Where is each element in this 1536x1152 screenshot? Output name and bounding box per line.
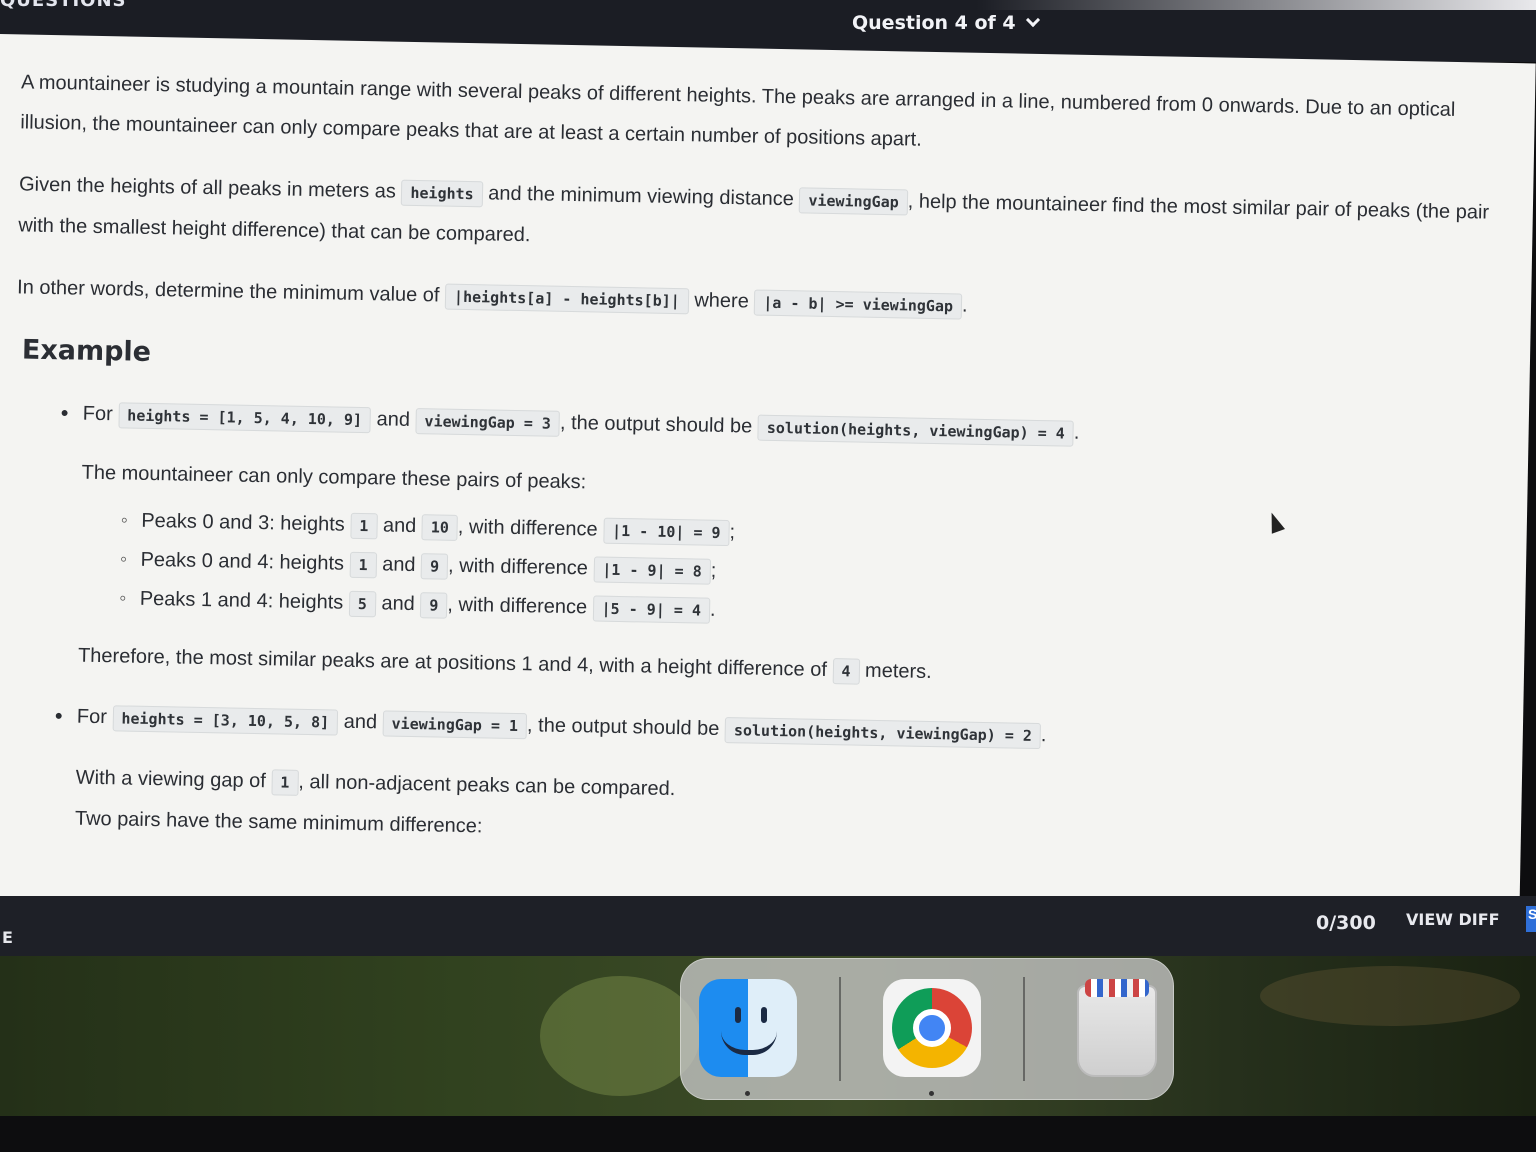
code-formula: |heights[a] - heights[b]| — [444, 283, 690, 315]
text: , the output should be — [526, 714, 720, 740]
question-selector[interactable]: Question 4 of 4 — [852, 12, 1040, 34]
finder-smile — [721, 1031, 777, 1055]
wallpaper-foliage — [540, 976, 700, 1096]
text: and — [381, 553, 416, 577]
running-indicator — [745, 1091, 750, 1096]
pair-list: Peaks 0 and 3: heights 1 and 10, with di… — [79, 501, 1501, 645]
code-gap-2: viewingGap = 1 — [382, 710, 528, 740]
bullet-dot: • — [54, 703, 63, 729]
text: . — [1040, 724, 1047, 747]
text: Peaks 0 and 3: heights — [141, 509, 345, 536]
text: . — [709, 598, 716, 621]
text: ; — [710, 559, 717, 582]
text: and — [376, 408, 411, 431]
chrome-icon[interactable] — [883, 979, 981, 1077]
text: Given the heights of all peaks in meters… — [18, 173, 397, 203]
text: , with difference — [447, 593, 588, 619]
submit-button-edge[interactable]: S — [1526, 906, 1536, 932]
code-constraint: |a - b| >= viewingGap — [754, 289, 963, 320]
example-1-line: For heights = [1, 5, 4, 10, 9] and viewi… — [82, 394, 1080, 454]
finder-eye — [761, 1007, 767, 1023]
example-1: • For heights = [1, 5, 4, 10, 9] and vie… — [14, 392, 1503, 462]
finder-icon[interactable] — [699, 979, 797, 1077]
example-2-line: For heights = [3, 10, 5, 8] and viewingG… — [77, 697, 1047, 757]
text: and — [343, 710, 378, 734]
dock-separator — [839, 977, 841, 1081]
bullet-dot: • — [60, 400, 69, 426]
dock — [680, 958, 1174, 1100]
example-1-conclusion: Therefore, the most similar peaks are at… — [78, 636, 1499, 704]
problem-paragraph-1: A mountaineer is studying a mountain ran… — [20, 71, 1456, 151]
text: With a viewing gap of — [75, 766, 267, 793]
text: meters. — [864, 659, 932, 684]
chrome-core — [913, 1009, 951, 1047]
text: Peaks 0 and 4: heights — [140, 548, 345, 575]
code-heights-2: heights = [3, 10, 5, 8] — [112, 705, 339, 736]
code-solution-2: solution(heights, viewingGap) = 2 — [724, 717, 1042, 750]
text: . — [961, 294, 968, 317]
header-sheen — [976, 0, 1536, 10]
trash-icon[interactable] — [1067, 979, 1165, 1077]
text: , all non-adjacent peaks can be compared… — [298, 770, 676, 801]
text: , the output should be — [559, 411, 753, 438]
code: |1 - 9| = 8 — [593, 556, 711, 585]
code: 10 — [421, 514, 459, 541]
text: Peaks 1 and 4: heights — [139, 587, 344, 614]
running-indicator — [929, 1091, 934, 1096]
questions-tab-title[interactable]: QUESTIONS — [0, 0, 126, 11]
footer-bar: E 0/300 VIEW DIFF S — [0, 896, 1536, 962]
code: |5 - 9| = 4 — [592, 595, 711, 624]
text: , with difference — [447, 554, 589, 580]
text: For — [76, 705, 108, 729]
problem-paragraph-2: Given the heights of all peaks in meters… — [18, 164, 1507, 274]
example-1-body: The mountaineer can only compare these p… — [10, 451, 1502, 704]
dock-separator — [1023, 977, 1025, 1081]
code-heights-1: heights = [1, 5, 4, 10, 9] — [118, 402, 372, 434]
code: 1 — [271, 769, 299, 796]
code: 9 — [420, 553, 449, 580]
code: 1 — [349, 551, 377, 579]
example-heading: Example — [21, 334, 152, 368]
text: , with difference — [457, 515, 598, 541]
code: |1 - 10| = 9 — [602, 517, 730, 547]
problem-panel: A mountaineer is studying a mountain ran… — [0, 34, 1536, 944]
text: where — [694, 289, 750, 313]
question-selector-label: Question 4 of 4 — [852, 12, 1016, 34]
code-gap-1: viewingGap = 3 — [415, 408, 561, 437]
text: In other words, determine the minimum va… — [16, 276, 440, 307]
finder-eye — [735, 1007, 741, 1023]
footer-left-label: E — [2, 928, 13, 947]
text: and — [382, 514, 417, 538]
wallpaper-foliage — [1260, 966, 1520, 1026]
code: 1 — [350, 512, 378, 540]
trash-can — [1077, 985, 1157, 1077]
example-2-body: With a viewing gap of 1, all non-adjacen… — [7, 756, 1496, 866]
code: 5 — [348, 590, 377, 618]
example-2: • For heights = [3, 10, 5, 8] and viewin… — [9, 695, 1498, 765]
code: 4 — [832, 658, 860, 685]
code-heights: heights — [401, 179, 483, 208]
code-viewinggap: viewingGap — [799, 187, 908, 216]
text: and — [381, 592, 416, 616]
view-diff-button[interactable]: VIEW DIFF — [1406, 910, 1500, 929]
char-counter: 0/300 — [1316, 912, 1376, 934]
chevron-down-icon — [1025, 12, 1040, 28]
trash-papers — [1085, 979, 1149, 997]
text: ; — [729, 521, 736, 544]
text: . — [1073, 421, 1080, 444]
code-solution-1: solution(heights, viewingGap) = 4 — [757, 414, 1075, 447]
text: For — [82, 402, 113, 426]
problem-paragraph-3: In other words, determine the minimum va… — [17, 267, 1506, 337]
text: Therefore, the most similar peaks are at… — [77, 644, 828, 681]
code: 9 — [420, 592, 448, 619]
text: and the minimum viewing distance — [488, 182, 795, 211]
